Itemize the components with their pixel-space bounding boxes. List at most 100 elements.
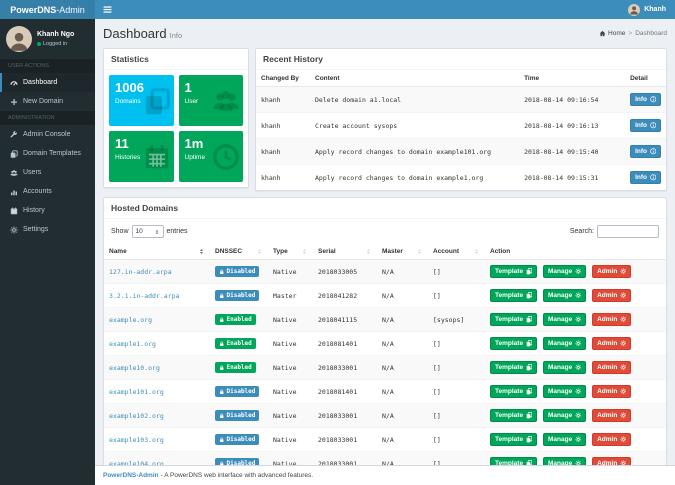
domain-link[interactable]: example.org [109, 316, 152, 324]
sidebar-item-accounts[interactable]: Accounts [0, 182, 95, 201]
cell-master: N/A [377, 308, 428, 332]
cell-type: Master [268, 284, 313, 308]
template-button[interactable]: Template [490, 361, 537, 374]
users-icon [10, 169, 18, 177]
col-account[interactable]: Account [428, 243, 485, 260]
recent-history-title: Recent History [256, 49, 666, 70]
avatar [628, 4, 640, 16]
clone-icon [526, 364, 533, 371]
stat-box-domains: 1006 Domains [109, 75, 174, 126]
domain-link[interactable]: example103.org [109, 436, 164, 444]
admin-button[interactable]: Admin [592, 265, 631, 278]
domain-row: example.org Enabled Native 2018041115 N/… [104, 308, 666, 332]
brand-logo[interactable]: PowerDNS-Admin [0, 0, 95, 19]
col-serial[interactable]: Serial [313, 243, 377, 260]
template-button[interactable]: Template [490, 385, 537, 398]
clone-icon [526, 292, 533, 299]
dnssec-badge: Disabled [215, 410, 259, 421]
sidebar-item-new-domain[interactable]: New Domain [0, 92, 95, 111]
info-button[interactable]: Info [630, 145, 661, 158]
sidebar-section-administration: ADMINISTRATION [0, 111, 95, 125]
domain-link[interactable]: example1.org [109, 340, 156, 348]
sort-icon [198, 248, 205, 255]
gear-icon [575, 340, 582, 347]
manage-button[interactable]: Manage [543, 337, 586, 350]
manage-button[interactable]: Manage [543, 289, 586, 302]
cell-name: example104.org [104, 452, 210, 466]
info-button[interactable]: Info [630, 171, 661, 184]
admin-button[interactable]: Admin [592, 337, 631, 350]
breadcrumb-home[interactable]: Home [599, 30, 625, 37]
cell-serial: 2018081401 [313, 332, 377, 356]
admin-button[interactable]: Admin [592, 289, 631, 302]
col-type[interactable]: Type [268, 243, 313, 260]
manage-button[interactable]: Manage [543, 433, 586, 446]
info-button[interactable]: Info [630, 119, 661, 132]
person-icon [629, 5, 639, 15]
domain-row: example104.org Disabled Native 201803300… [104, 452, 666, 466]
clone-icon [526, 412, 533, 419]
admin-button[interactable]: Admin [592, 409, 631, 422]
template-button[interactable]: Template [490, 409, 537, 422]
sidebar-item-settings[interactable]: Settings [0, 220, 95, 239]
cell-action: Template Manage Admin [485, 404, 666, 428]
manage-button[interactable]: Manage [543, 385, 586, 398]
template-button[interactable]: Template [490, 433, 537, 446]
template-button[interactable]: Template [490, 265, 537, 278]
dnssec-badge: Disabled [215, 290, 259, 301]
sort-icon [416, 248, 423, 255]
cell-action: Template Manage Admin [485, 308, 666, 332]
sort-icon [256, 248, 263, 255]
sidebar-item-history[interactable]: History [0, 201, 95, 220]
template-button[interactable]: Template [490, 289, 537, 302]
admin-button[interactable]: Admin [592, 433, 631, 446]
cell-account: [] [428, 332, 485, 356]
cell-action: Template Manage Admin [485, 260, 666, 284]
search-input[interactable] [597, 225, 659, 238]
user-menu[interactable]: Khanh [619, 0, 675, 19]
info-button[interactable]: Info [630, 93, 661, 106]
template-button[interactable]: Template [490, 457, 537, 465]
cell-content: Apply record changes to domain example1.… [310, 165, 519, 191]
manage-button[interactable]: Manage [543, 409, 586, 422]
template-button[interactable]: Template [490, 337, 537, 350]
domain-link[interactable]: example102.org [109, 412, 164, 420]
lock-icon [219, 365, 225, 371]
admin-button[interactable]: Admin [592, 313, 631, 326]
sidebar-item-users[interactable]: Users [0, 163, 95, 182]
search-label: Search: [570, 228, 594, 235]
sidebar-item-domain-templates[interactable]: Domain Templates [0, 144, 95, 163]
stat-box-uptime: 1m Uptime [179, 131, 244, 182]
hosted-domains-title: Hosted Domains [104, 198, 666, 219]
navbar-right: Khanh [95, 0, 675, 19]
cell-account: [] [428, 284, 485, 308]
template-button[interactable]: Template [490, 313, 537, 326]
cell-action: Template Manage Admin [485, 332, 666, 356]
admin-button[interactable]: Admin [592, 361, 631, 374]
sidebar-item-admin-console[interactable]: Admin Console [0, 125, 95, 144]
domain-link[interactable]: example101.org [109, 388, 164, 396]
manage-button[interactable]: Manage [543, 457, 586, 465]
admin-button[interactable]: Admin [592, 385, 631, 398]
col-dnssec[interactable]: DNSSEC [210, 243, 268, 260]
page-length-select[interactable]: 10 [132, 225, 164, 238]
col-master[interactable]: Master [377, 243, 428, 260]
manage-button[interactable]: Manage [543, 313, 586, 326]
sidebar-toggle-button[interactable] [95, 0, 119, 19]
sidebar-section-user-actions: USER ACTIONS [0, 59, 95, 73]
cell-name: example10.org [104, 356, 210, 380]
manage-button[interactable]: Manage [543, 361, 586, 374]
domain-link[interactable]: 3.2.1.in-addr.arpa [109, 292, 179, 300]
domain-link[interactable]: 127.in-addr.arpa [109, 268, 172, 276]
col-name[interactable]: Name [104, 243, 210, 260]
gear-icon [620, 268, 627, 275]
admin-button[interactable]: Admin [592, 457, 631, 465]
sidebar-user-panel: Khanh Ngo Logged in [0, 19, 95, 59]
content-area: DashboardInfo Home > Dashboard Statistic… [95, 19, 675, 465]
domain-link[interactable]: example10.org [109, 364, 160, 372]
manage-button[interactable]: Manage [543, 265, 586, 278]
cell-action: Template Manage Admin [485, 356, 666, 380]
sidebar-item-dashboard[interactable]: Dashboard [0, 73, 95, 92]
table-header-row: Changed By Content Time Detail [256, 70, 666, 87]
footer-brand-link[interactable]: PowerDNS-Admin [103, 472, 159, 479]
